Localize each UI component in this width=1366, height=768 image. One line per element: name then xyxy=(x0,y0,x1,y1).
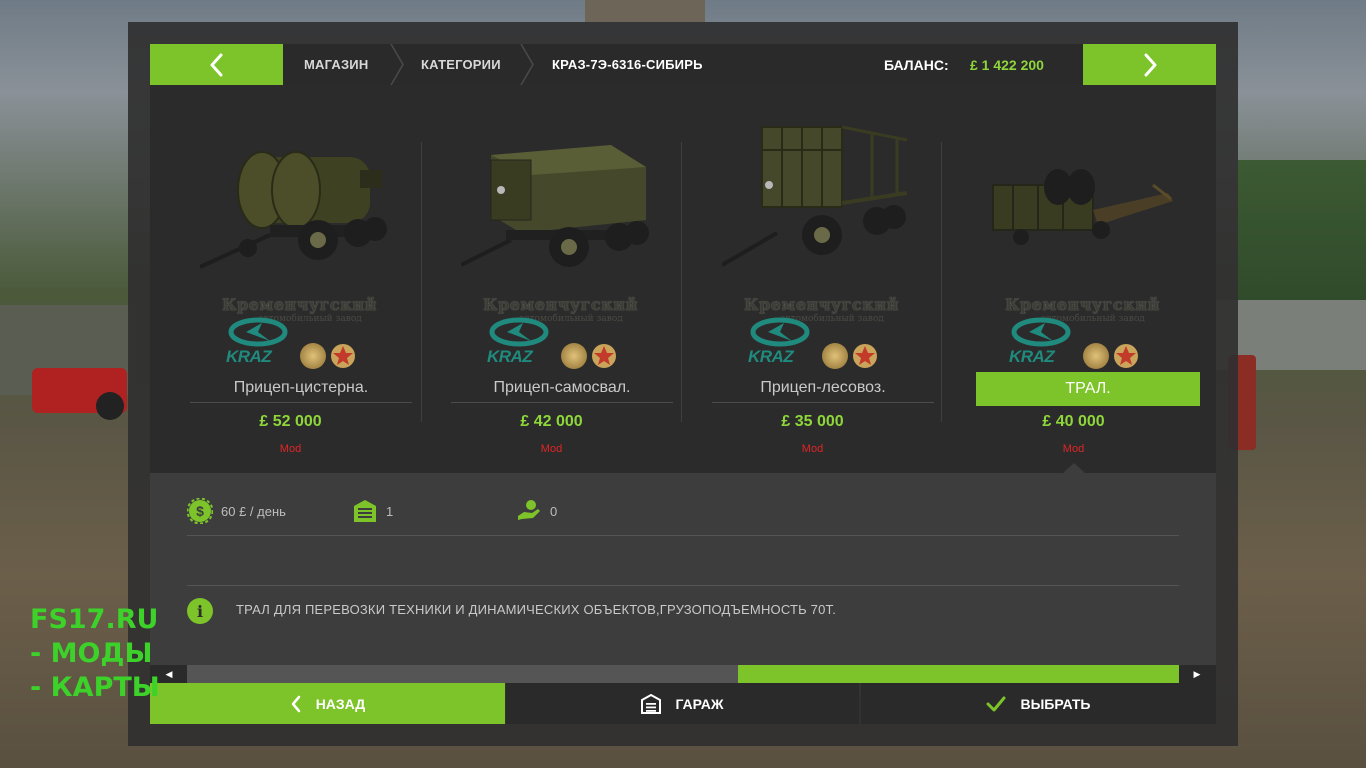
lowbed-trailer-image xyxy=(992,169,1173,245)
product-card[interactable]: Кременчугский автомобильный завод KRAZ П… xyxy=(421,85,682,473)
select-button-label: ВЫБРАТЬ xyxy=(1020,695,1091,712)
kraz-emblem-icon xyxy=(750,317,810,347)
brand-logo-text: KRAZ xyxy=(226,347,272,366)
info-icon: i xyxy=(187,598,213,624)
chevron-left-icon xyxy=(210,53,222,76)
mod-badge: Mod xyxy=(279,443,302,455)
star-medal-icon xyxy=(331,344,355,368)
kraz-emblem-icon xyxy=(228,317,288,347)
owned-stat: 0 xyxy=(516,500,557,522)
brand-logo-text: KRAZ xyxy=(748,347,794,366)
brand-name: Кременчугский xyxy=(744,295,899,314)
product-list: Кременчугский автомобильный завод KRAZ П… xyxy=(150,85,1216,473)
product-name: ТРАЛ. xyxy=(976,372,1200,406)
chevron-left-icon xyxy=(290,695,302,713)
owned-count: 0 xyxy=(550,503,558,519)
chevron-right-icon xyxy=(1144,53,1156,76)
scrollbar-thumb[interactable] xyxy=(738,665,1179,683)
dollar-gear-icon: $ xyxy=(187,498,213,524)
garage-icon xyxy=(354,500,376,522)
back-button-label: НАЗАД xyxy=(315,695,366,712)
scroll-right-arrow[interactable]: ▶ xyxy=(1187,665,1207,683)
brand-logo: Кременчугский автомобильный завод KRAZ xyxy=(744,295,899,370)
medal-icon xyxy=(561,343,587,369)
product-name: Прицеп-самосвал. xyxy=(451,373,673,403)
breadcrumb-shop[interactable]: МАГАЗИН xyxy=(304,44,368,85)
divider xyxy=(187,535,1179,536)
timber-trailer-image xyxy=(722,125,908,267)
back-button[interactable]: НАЗАД xyxy=(150,683,505,724)
garage-icon xyxy=(641,693,662,714)
tank-trailer-image xyxy=(200,151,387,269)
breadcrumb-separator-icon xyxy=(390,44,404,85)
garage-stat: 1 xyxy=(352,500,393,522)
star-medal-icon xyxy=(592,344,616,368)
card-divider xyxy=(941,142,942,422)
breadcrumb-categories[interactable]: КАТЕГОРИИ xyxy=(421,44,501,85)
garage-count: 1 xyxy=(386,503,394,519)
background-building xyxy=(585,0,705,22)
balance-label: БАЛАНС: xyxy=(884,56,949,73)
dump-trailer-image xyxy=(461,145,649,267)
product-details xyxy=(150,473,1216,683)
medal-icon xyxy=(1083,343,1109,369)
mod-badge: Mod xyxy=(1062,443,1085,455)
brand-logo: Кременчугский автомобильный завод KRAZ xyxy=(222,295,377,370)
product-description: ТРАЛ ДЛЯ ПЕРЕВОЗКИ ТЕХНИКИ И ДИНАМИЧЕСКИ… xyxy=(236,602,837,617)
scroll-left-arrow[interactable]: ◀ xyxy=(159,665,179,683)
brand-name: Кременчугский xyxy=(483,295,638,314)
scrollbar-empty-region[interactable] xyxy=(187,665,738,683)
watermark-line: - МОДЫ xyxy=(30,638,153,669)
selection-pointer-icon xyxy=(1063,463,1085,473)
upkeep-stat: $ 60 £ / день xyxy=(187,498,286,524)
brand-logo: Кременчугский автомобильный завод KRAZ xyxy=(1005,295,1160,370)
divider xyxy=(187,585,1179,586)
product-price: £ 42 000 xyxy=(520,413,583,430)
background-trees xyxy=(1238,160,1366,310)
star-medal-icon xyxy=(1114,344,1138,368)
balance-value: £ 1 422 200 xyxy=(970,56,1044,73)
select-button[interactable]: ВЫБРАТЬ xyxy=(861,683,1216,724)
previous-page-button[interactable] xyxy=(150,44,283,85)
brand-logo: Кременчугский автомобильный завод KRAZ xyxy=(483,295,638,370)
watermark-line: FS17.RU xyxy=(30,604,159,635)
breadcrumb-separator-icon xyxy=(520,44,534,85)
hand-icon xyxy=(518,500,540,520)
background-tractor-wheel xyxy=(96,392,124,420)
next-page-button[interactable] xyxy=(1083,44,1216,85)
product-price: £ 35 000 xyxy=(781,413,844,430)
mod-badge: Mod xyxy=(540,443,563,455)
svg-text:$: $ xyxy=(196,503,204,519)
product-name: Прицеп-цистерна. xyxy=(190,373,412,403)
garage-button[interactable]: ГАРАЖ xyxy=(506,683,859,724)
star-medal-icon xyxy=(853,344,877,368)
kraz-emblem-icon xyxy=(1011,317,1071,347)
garage-button-label: ГАРАЖ xyxy=(675,695,724,712)
product-name: Прицеп-лесовоз. xyxy=(712,373,934,403)
product-price: £ 40 000 xyxy=(1042,413,1105,430)
brand-logo-text: KRAZ xyxy=(487,347,533,366)
brand-name: Кременчугский xyxy=(1005,295,1160,314)
product-card-selected[interactable]: Кременчугский автомобильный завод KRAZ Т… xyxy=(943,85,1204,473)
checkmark-icon xyxy=(986,696,1006,712)
breadcrumb-brand: КРАЗ-7Э-6316-СИБИРЬ xyxy=(552,57,703,72)
upkeep-value: 60 £ / день xyxy=(221,503,286,519)
brand-logo-text: KRAZ xyxy=(1009,347,1055,366)
kraz-emblem-icon xyxy=(489,317,549,347)
brand-name: Кременчугский xyxy=(222,295,377,314)
medal-icon xyxy=(300,343,326,369)
product-price: £ 52 000 xyxy=(259,413,322,430)
product-card[interactable]: Кременчугский автомобильный завод KRAZ П… xyxy=(160,85,421,473)
watermark-line: - КАРТЫ xyxy=(30,672,160,703)
site-watermark: FS17.RU - МОДЫ - КАРТЫ xyxy=(30,603,160,705)
mod-badge: Mod xyxy=(801,443,824,455)
product-card[interactable]: Кременчугский автомобильный завод KRAZ П… xyxy=(682,85,943,473)
medal-icon xyxy=(822,343,848,369)
